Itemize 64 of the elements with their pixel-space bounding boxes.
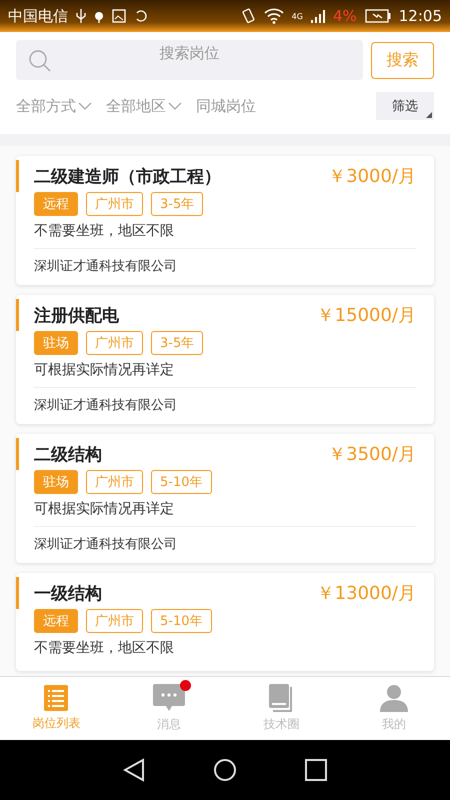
company-name: 深圳证才通科技有限公司	[34, 248, 416, 279]
job-description: 不需要坐班，地区不限	[34, 639, 175, 658]
accent-bar	[16, 299, 19, 331]
salary-text: ￥3000/月	[328, 165, 416, 188]
vibrate-icon	[240, 8, 256, 24]
person-icon	[380, 684, 408, 712]
usb-icon	[76, 9, 86, 23]
info-tag: 广州市	[86, 470, 143, 494]
job-title: 二级建造师（市政工程）	[34, 166, 221, 188]
info-tag: 广州市	[86, 331, 143, 355]
search-field[interactable]: 搜索岗位	[16, 40, 363, 80]
info-tag: 3-5年	[151, 192, 204, 216]
company-name: 深圳证才通科技有限公司	[34, 387, 416, 418]
work-mode-tag: 驻场	[34, 470, 78, 494]
image-icon	[112, 9, 126, 23]
recents-icon[interactable]	[305, 759, 327, 781]
clock-text: 12:05	[398, 7, 442, 25]
job-title: 一级结构	[34, 582, 102, 604]
signal-icon	[310, 9, 325, 23]
wifi-icon	[264, 8, 284, 24]
company-name: 深圳证才通科技有限公司	[34, 526, 416, 557]
job-card[interactable]: 二级建造师（市政工程） ￥3000/月 远程 广州市 3-5年 不需要坐班，地区不限 深圳证才通科技有限公司	[16, 156, 434, 285]
job-description: 可根据实际情况再详定	[34, 500, 175, 519]
info-tag: 广州市	[86, 609, 143, 633]
info-tag: 3-5年	[151, 331, 204, 355]
job-description: 不需要坐班，地区不限	[34, 222, 175, 241]
sync-icon	[134, 9, 148, 23]
filter-dropdown[interactable]: 全部方式	[16, 96, 92, 116]
search-button[interactable]: 搜索	[371, 42, 434, 78]
work-mode-tag: 远程	[34, 609, 78, 633]
job-description: 可根据实际情况再详定	[34, 361, 175, 380]
job-card[interactable]: 一级结构 ￥13000/月 远程 广州市 5-10年 不需要坐班，地区不限	[16, 573, 434, 671]
book-icon	[269, 684, 294, 712]
info-tag: 5-10年	[151, 470, 212, 494]
job-title: 二级结构	[34, 444, 102, 466]
filter-dropdown[interactable]: 同城岗位	[196, 96, 256, 116]
filter-button[interactable]: 筛选	[376, 92, 434, 120]
tab-bar-item[interactable]: 我的	[338, 677, 450, 740]
salary-text: ￥13000/月	[316, 582, 416, 605]
work-mode-tag: 驻场	[34, 331, 78, 355]
carrier-text: 中国电信	[8, 6, 68, 26]
filter-dropdown[interactable]: 全部地区	[106, 96, 182, 116]
info-tag: 5-10年	[151, 609, 212, 633]
tab-bar-item[interactable]: 岗位列表	[0, 677, 112, 740]
back-icon[interactable]	[123, 758, 145, 782]
salary-text: ￥3500/月	[328, 443, 416, 466]
network-text: 4G	[292, 12, 303, 20]
list-icon	[44, 685, 68, 711]
job-card[interactable]: 二级结构 ￥3500/月 驻场 广州市 5-10年 可根据实际情况再详定 深圳证才通科技有限公司	[16, 434, 434, 563]
job-title: 注册供配电	[34, 304, 119, 326]
info-tag: 广州市	[86, 192, 143, 216]
job-card[interactable]: 注册供配电 ￥15000/月 驻场 广州市 3-5年 可根据实际情况再详定 深圳证才通科技有限公司	[16, 295, 434, 424]
chat-icon	[152, 684, 185, 712]
search-icon	[28, 49, 52, 73]
battery-percent: 4%	[332, 7, 357, 25]
tab-bar-item[interactable]: 消息	[112, 677, 225, 740]
home-icon[interactable]	[213, 758, 237, 782]
work-mode-tag: 远程	[34, 192, 78, 216]
tab-bar-item[interactable]: 技术圈	[225, 677, 338, 740]
salary-text: ￥15000/月	[316, 304, 416, 327]
battery-charging-icon	[364, 9, 391, 23]
accent-bar	[16, 160, 19, 192]
accent-bar	[16, 438, 19, 470]
accent-bar	[16, 577, 19, 609]
